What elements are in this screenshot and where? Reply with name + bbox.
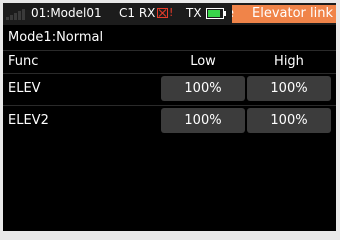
func-label-elev2: ELEV2: [8, 113, 49, 128]
rx-warning: !: [169, 6, 174, 19]
divider: [3, 105, 336, 106]
transmitter-screen: 01:Model01 C1 RX ! TX e Elevator link Mo…: [3, 3, 336, 231]
model-name: 01:Model01: [31, 6, 102, 20]
func-label-elev: ELEV: [8, 81, 41, 96]
alert-banner[interactable]: e Elevator link: [232, 5, 336, 23]
divider: [3, 73, 336, 74]
elev-low-value[interactable]: 100%: [161, 76, 245, 101]
alert-prefix: e: [232, 5, 234, 23]
elev-high-value[interactable]: 100%: [247, 76, 331, 101]
func-column-header: Func: [8, 54, 39, 69]
divider: [3, 50, 336, 51]
low-column-header: Low: [190, 54, 216, 69]
battery-icon: [206, 8, 226, 19]
receiver-label: C1 RX: [119, 6, 156, 20]
alert-text: Elevator link: [252, 6, 334, 21]
elev2-low-value[interactable]: 100%: [161, 108, 245, 133]
signal-bars-icon: [6, 8, 28, 20]
rx-disconnected-icon: [157, 8, 168, 18]
elev2-high-value[interactable]: 100%: [247, 108, 331, 133]
status-bar: 01:Model01 C1 RX ! TX e Elevator link: [3, 3, 336, 25]
high-column-header: High: [274, 54, 304, 69]
page-title: Mode1:Normal: [8, 30, 104, 45]
transmitter-label: TX: [186, 6, 202, 20]
